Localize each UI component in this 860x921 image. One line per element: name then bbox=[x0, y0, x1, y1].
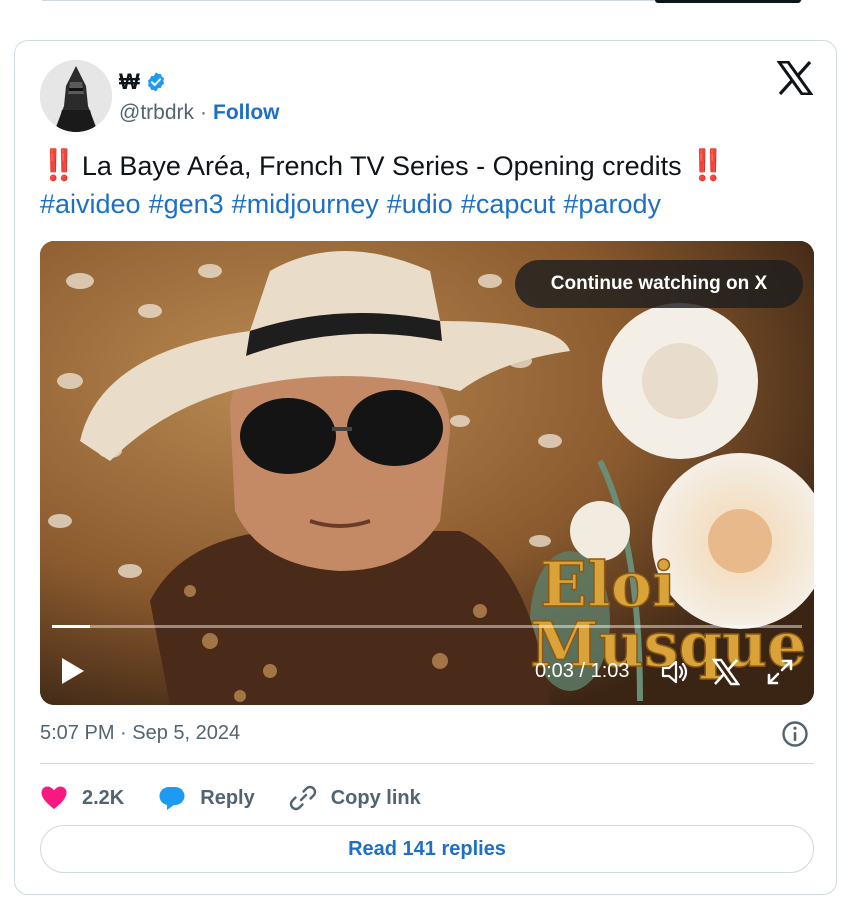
double-exclamation-emoji: ‼️ bbox=[689, 149, 726, 182]
hashtag-link[interactable]: #midjourney bbox=[232, 189, 379, 219]
previous-element-edge bbox=[0, 0, 860, 6]
reply-icon bbox=[159, 787, 185, 810]
fullscreen-icon[interactable] bbox=[766, 658, 794, 686]
like-count: 2.2K bbox=[82, 786, 125, 809]
divider bbox=[40, 763, 814, 764]
continue-watching-button[interactable]: Continue watching on X bbox=[515, 260, 803, 308]
play-icon[interactable] bbox=[60, 657, 86, 685]
heart-icon bbox=[41, 786, 67, 809]
double-exclamation-emoji: ‼️ bbox=[40, 149, 77, 182]
tweet-body-text: La Baye Aréa, French TV Series - Opening… bbox=[81, 151, 682, 181]
video-frame: Eloi Musque bbox=[40, 241, 814, 705]
hashtag-link[interactable]: #udio bbox=[387, 189, 453, 219]
hashtag-list: #aivideo #gen3 #midjourney #udio #capcut #par… bbox=[40, 185, 820, 223]
hashtag-link[interactable]: #parody bbox=[563, 189, 661, 219]
tweet-text: ‼️ La Baye Aréa, French TV Series - Open… bbox=[40, 147, 820, 223]
previous-dark-button-edge bbox=[655, 0, 801, 3]
read-replies-button[interactable]: Read 141 replies bbox=[40, 825, 814, 873]
hashtag-link[interactable]: #capcut bbox=[461, 189, 556, 219]
author-display-name[interactable]: ₩ bbox=[119, 69, 140, 95]
author-name-row: ₩ bbox=[119, 69, 167, 95]
reply-button[interactable]: Reply bbox=[158, 784, 255, 812]
author-handle[interactable]: @trbdrk bbox=[119, 101, 194, 125]
video-progress-bar[interactable] bbox=[52, 625, 802, 628]
volume-icon[interactable] bbox=[660, 658, 690, 686]
tweet-embed-card: ₩ @trbdrk · Follow ‼️ La Baye Aréa, Fren… bbox=[14, 40, 837, 895]
link-icon bbox=[289, 785, 316, 811]
x-logo-icon[interactable] bbox=[777, 61, 813, 95]
hashtag-link[interactable]: #aivideo bbox=[40, 189, 141, 219]
x-watermark-icon[interactable] bbox=[712, 658, 740, 686]
tweet-actions: 2.2K Reply Copy link bbox=[40, 781, 455, 815]
video-player[interactable]: Eloi Musque Continue watching on X 0:03 … bbox=[40, 241, 814, 705]
avatar-image bbox=[40, 60, 112, 132]
reply-label: Reply bbox=[200, 786, 255, 809]
video-time-display: 0:03 / 1:03 bbox=[535, 660, 630, 682]
author-handle-row: @trbdrk · Follow bbox=[119, 101, 280, 125]
video-progress-fill bbox=[52, 625, 90, 628]
hashtag-link[interactable]: #gen3 bbox=[149, 189, 224, 219]
copy-link-label: Copy link bbox=[330, 786, 421, 809]
copy-link-button[interactable]: Copy link bbox=[289, 784, 421, 812]
tweet-timestamp[interactable]: 5:07 PM · Sep 5, 2024 bbox=[40, 722, 240, 745]
verified-badge-icon bbox=[147, 72, 164, 92]
avatar[interactable] bbox=[40, 60, 112, 132]
follow-button[interactable]: Follow bbox=[213, 101, 280, 125]
info-icon[interactable] bbox=[781, 720, 809, 748]
handle-separator: · bbox=[200, 101, 207, 124]
like-button[interactable]: 2.2K bbox=[40, 784, 124, 812]
